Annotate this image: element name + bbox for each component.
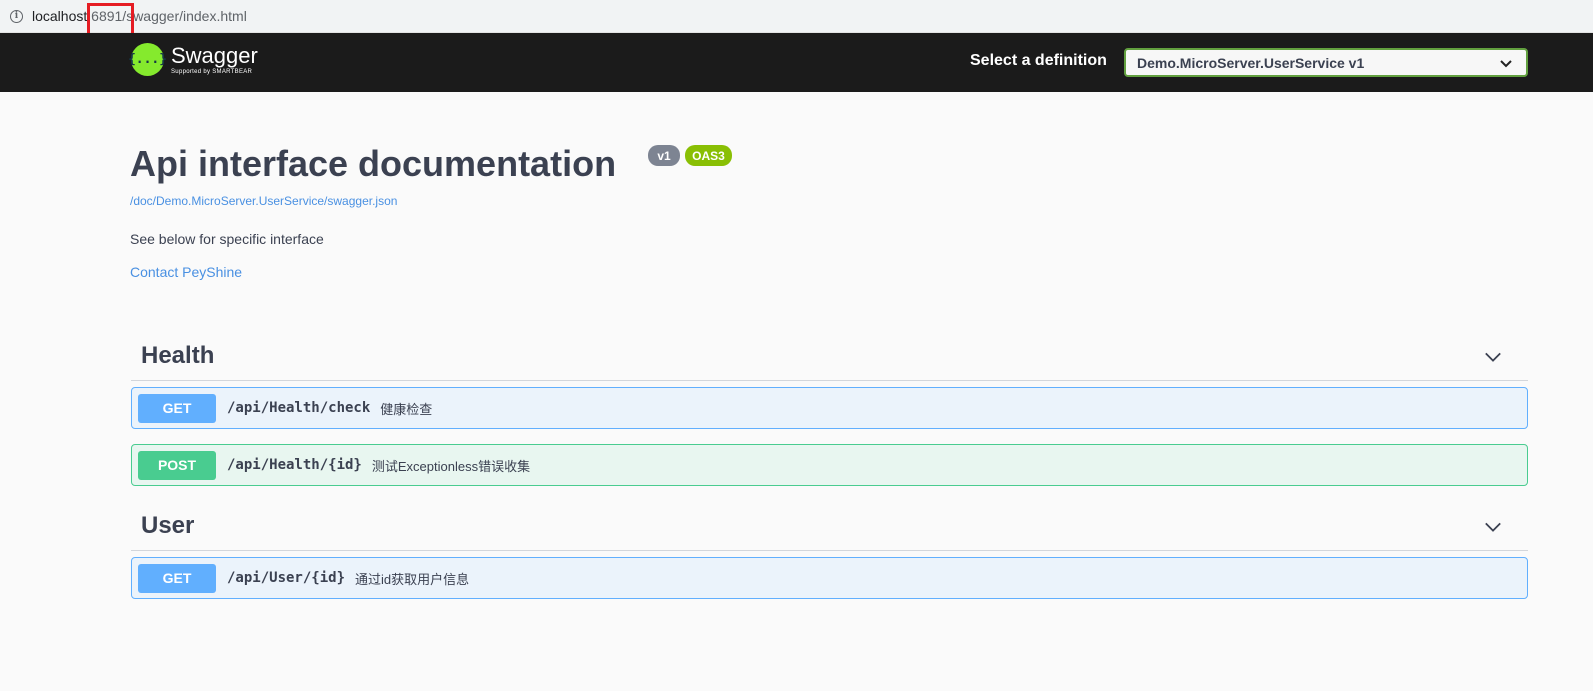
- method-badge: POST: [138, 450, 216, 480]
- tag-title: Health: [141, 342, 215, 369]
- method-badge: GET: [138, 563, 216, 593]
- address-bar[interactable]: i localhost:6891/swagger/index.html: [0, 0, 1593, 33]
- tag-title: User: [141, 512, 195, 539]
- definition-label: Select a definition: [970, 52, 1107, 69]
- chevron-down-icon[interactable]: [1484, 348, 1502, 366]
- swagger-logo-icon: {...}: [128, 43, 167, 76]
- operation-summary: 测试Exceptionless错误收集: [371, 458, 531, 474]
- operation-post-health-id[interactable]: POST /api/Health/{id} 测试Exceptionless错误收…: [131, 444, 1528, 486]
- operation-path: /api/Health/{id}: [227, 457, 362, 473]
- chevron-down-icon: [1500, 55, 1512, 74]
- chevron-down-icon[interactable]: [1484, 518, 1502, 536]
- url-text[interactable]: localhost:6891/swagger/index.html: [32, 8, 247, 24]
- logo-title: Swagger: [171, 43, 258, 68]
- swagger-logo[interactable]: {...} Swagger Supported by SMARTBEAR: [128, 43, 258, 76]
- operation-path: /api/User/{id}: [227, 570, 346, 586]
- tag-header-health[interactable]: Health: [131, 336, 1528, 381]
- operation-path: /api/Health/check: [227, 400, 371, 416]
- version-badge: v1: [648, 145, 680, 166]
- operation-get-user-id[interactable]: GET /api/User/{id} 通过id获取用户信息: [131, 557, 1528, 599]
- oas-badge: OAS3: [685, 145, 732, 166]
- description: See below for specific interface: [130, 231, 324, 247]
- page-title: Api interface documentation: [130, 143, 617, 184]
- operation-summary: 健康检查: [380, 401, 433, 417]
- info-icon[interactable]: i: [10, 9, 23, 23]
- logo-subtitle: Supported by SMARTBEAR: [171, 69, 253, 75]
- operation-get-health-check[interactable]: GET /api/Health/check 健康检查: [131, 387, 1528, 429]
- definition-select[interactable]: Demo.MicroServer.UserService v1: [1124, 48, 1528, 77]
- contact-link[interactable]: Contact PeyShine: [130, 264, 242, 280]
- method-badge: GET: [138, 393, 216, 423]
- spec-url-link[interactable]: /doc/Demo.MicroServer.UserService/swagge…: [130, 194, 397, 208]
- tag-header-user[interactable]: User: [131, 506, 1528, 551]
- definition-selected-value: Demo.MicroServer.UserService v1: [1137, 54, 1365, 71]
- operation-summary: 通过id获取用户信息: [355, 571, 470, 587]
